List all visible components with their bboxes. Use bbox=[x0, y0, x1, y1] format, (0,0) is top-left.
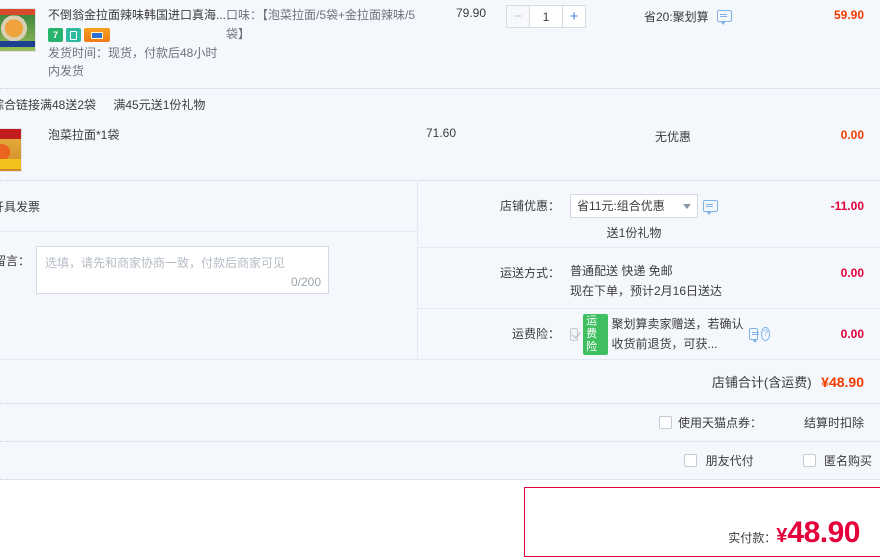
product-row: 泡菜拉面*1袋 71.60 无优惠 0.00 bbox=[0, 120, 880, 180]
order-detail-grid: 开具发票 卖家留言： 选填，请先和商家协商一致，付款后商家可见 0/200 店铺… bbox=[0, 181, 880, 359]
tmall-points-checkbox[interactable] bbox=[658, 416, 672, 429]
shop-discount-select[interactable]: 省11元:组合优惠 bbox=[570, 194, 698, 218]
anonymous-buy-checkbox[interactable] bbox=[802, 454, 816, 467]
shipping-eta: 现在下单，预计2月16日送达 bbox=[570, 284, 723, 298]
product-title-cell: 不倒翁金拉面辣味韩国进口真海... 7 发货时间：现货，付款后48小时内发货 bbox=[48, 0, 226, 80]
anonymous-buy-label: 匿名购买 bbox=[823, 454, 872, 468]
order-right-column: 店铺优惠： 省11元:组合优惠 送1份礼物 -11.00 运送方式： 普通配送 … bbox=[418, 181, 880, 359]
freight-insurance-checkbox[interactable] bbox=[570, 327, 579, 341]
product-quantity-cell: − + bbox=[486, 0, 606, 28]
seller-message-placeholder: 选填，请先和商家协商一致，付款后商家可见 bbox=[45, 256, 286, 270]
options-divider bbox=[0, 479, 880, 480]
shipping-method[interactable]: 普通配送 快递 免邮 bbox=[570, 261, 770, 281]
invoice-link[interactable]: 开具发票 bbox=[0, 198, 40, 215]
freight-insurance-body: 运费险 聚划算卖家赠送，若确认收货前退货，可获... ? bbox=[570, 313, 770, 355]
quantity-decrease-button[interactable]: − bbox=[506, 5, 531, 28]
freight-insurance-row: 运费险： 运费险 聚划算卖家赠送，若确认收货前退货，可获... ? 0.00 bbox=[418, 309, 880, 359]
product-row: 不倒翁金拉面辣味韩国进口真海... 7 发货时间：现货，付款后48小时内发货 口… bbox=[0, 0, 880, 88]
freight-insurance-tag: 运费险 bbox=[583, 313, 608, 355]
product-promo-label: 无优惠 bbox=[654, 130, 691, 144]
freight-insurance-amount: 0.00 bbox=[840, 327, 864, 341]
product-row-2-section: 泡菜拉面*1袋 71.60 无优惠 0.00 bbox=[0, 120, 880, 181]
shop-discount-amount: -11.00 bbox=[830, 199, 864, 213]
product-image[interactable] bbox=[0, 8, 36, 52]
product-subtotal-cell: 59.90 bbox=[770, 0, 880, 22]
shop-discount-tooltip-icon[interactable] bbox=[703, 200, 718, 215]
purchase-options-row: 朋友代付 匿名购买 bbox=[0, 442, 880, 479]
card-pay-icon bbox=[84, 28, 110, 42]
order-left-column: 开具发票 卖家留言： 选填，请先和商家协商一致，付款后商家可见 0/200 bbox=[0, 181, 418, 359]
quantity-stepper[interactable]: − + bbox=[506, 5, 587, 28]
product-title-link[interactable]: 不倒翁金拉面辣味韩国进口真海... bbox=[48, 6, 226, 25]
product-promo-label: 省20:聚划算 bbox=[643, 10, 709, 24]
product-row-1-section: 不倒翁金拉面辣味韩国进口真海... 7 发货时间：现货，付款后48小时内发货 口… bbox=[0, 0, 880, 89]
product-promo-cell: 无优惠 bbox=[576, 120, 770, 145]
product-title-link[interactable]: 泡菜拉面*1袋 bbox=[48, 126, 196, 145]
seller-message-cell: 卖家留言： 选填，请先和商家协商一致，付款后商家可见 0/200 bbox=[0, 232, 417, 294]
product-badges: 7 bbox=[48, 28, 226, 42]
product-quantity-cell bbox=[456, 120, 576, 125]
product-unit-price: 79.90 bbox=[455, 6, 487, 20]
shipping-body: 普通配送 快递 免邮 现在下单，预计2月16日送达 bbox=[570, 261, 770, 301]
tmall-points-note: 结算时扣除 bbox=[803, 416, 864, 430]
final-payment-amount: 48.90 bbox=[787, 516, 860, 549]
product-thumbnail-cell bbox=[0, 120, 48, 172]
product-ship-note: 发货时间：现货，付款后48小时内发货 bbox=[48, 46, 218, 78]
help-icon[interactable]: ? bbox=[761, 327, 770, 341]
freight-insurance-label: 运费险： bbox=[511, 327, 560, 341]
friend-pay-checkbox[interactable] bbox=[684, 454, 698, 467]
promo-tooltip-icon[interactable] bbox=[717, 10, 733, 25]
seven-day-return-icon: 7 bbox=[48, 28, 63, 42]
product-sku bbox=[196, 120, 386, 126]
final-payment-currency: ¥ bbox=[776, 525, 788, 547]
quality-guarantee-icon bbox=[66, 28, 81, 42]
shipping-amount: 0.00 bbox=[840, 266, 864, 280]
shop-discount-label: 店铺优惠： bbox=[499, 199, 560, 213]
store-total-label: 店铺合计(含运费) bbox=[711, 375, 812, 390]
friend-pay-label: 朋友代付 bbox=[705, 454, 754, 468]
tmall-points-label: 使用天猫点券： bbox=[677, 416, 762, 430]
invoice-cell: 开具发票 bbox=[0, 181, 417, 231]
shop-discount-row: 店铺优惠： 省11元:组合优惠 送1份礼物 -11.00 bbox=[418, 181, 880, 247]
shipping-row: 运送方式： 普通配送 快递 免邮 现在下单，预计2月16日送达 0.00 bbox=[418, 248, 880, 308]
tmall-points-section: 使用天猫点券： 结算时扣除 bbox=[0, 404, 880, 442]
order-confirm-page: 不倒翁金拉面辣味韩国进口真海... 7 发货时间：现货，付款后48小时内发货 口… bbox=[0, 0, 880, 557]
promo-strip: 综合链接满48送2袋 满45元送1份礼物 bbox=[0, 89, 880, 120]
shop-discount-selected: 省11元:组合优惠 bbox=[577, 199, 665, 213]
product-sku: 口味：【泡菜拉面/5袋+金拉面辣味/5袋】 bbox=[226, 8, 416, 41]
freight-insurance-text: 聚划算卖家赠送，若确认收货前退货，可获... bbox=[611, 317, 744, 351]
shop-discount-gift-note: 送1份礼物 bbox=[606, 226, 662, 240]
shop-discount-body: 省11元:组合优惠 送1份礼物 bbox=[570, 194, 770, 243]
final-payment-inner: 实付款： ¥ 48.90 bbox=[728, 516, 860, 550]
friend-pay-option[interactable]: 朋友代付 bbox=[679, 452, 754, 469]
anonymous-buy-option[interactable]: 匿名购买 bbox=[798, 452, 872, 469]
product-subtotal-cell: 0.00 bbox=[770, 120, 880, 142]
store-total-section: 店铺合计(含运费) ¥48.90 bbox=[0, 359, 880, 404]
final-payment-box: 实付款： ¥ 48.90 bbox=[524, 487, 880, 557]
freight-insurance-tooltip-icon[interactable] bbox=[749, 328, 760, 343]
quantity-increase-button[interactable]: + bbox=[562, 5, 587, 28]
tmall-points-row: 使用天猫点券： 结算时扣除 bbox=[0, 404, 880, 441]
product-promo-cell: 省20:聚划算 bbox=[606, 0, 770, 25]
product-title-cell: 泡菜拉面*1袋 bbox=[48, 120, 196, 145]
promo-strip-item-1: 综合链接满48送2袋 bbox=[0, 98, 97, 112]
store-total-amount: ¥48.90 bbox=[821, 374, 864, 390]
store-total-row: 店铺合计(含运费) ¥48.90 bbox=[0, 360, 880, 403]
chevron-down-icon bbox=[683, 203, 691, 209]
product-subtotal: 59.90 bbox=[833, 8, 864, 22]
shipping-label: 运送方式： bbox=[499, 266, 560, 280]
product-image[interactable] bbox=[0, 128, 22, 172]
promo-strip-section: 综合链接满48送2袋 满45元送1份礼物 bbox=[0, 89, 880, 120]
promo-strip-item-2: 满45元送1份礼物 bbox=[113, 98, 206, 112]
product-thumbnail-cell bbox=[0, 0, 48, 52]
product-unit-price: 71.60 bbox=[425, 126, 456, 140]
product-subtotal: 0.00 bbox=[840, 128, 864, 142]
seller-message-input[interactable]: 选填，请先和商家协商一致，付款后商家可见 0/200 bbox=[36, 246, 330, 294]
seller-message-label: 卖家留言： bbox=[0, 254, 31, 268]
purchase-options-section: 朋友代付 匿名购买 bbox=[0, 442, 880, 480]
seller-message-counter: 0/200 bbox=[290, 275, 322, 289]
quantity-input[interactable] bbox=[530, 5, 563, 28]
